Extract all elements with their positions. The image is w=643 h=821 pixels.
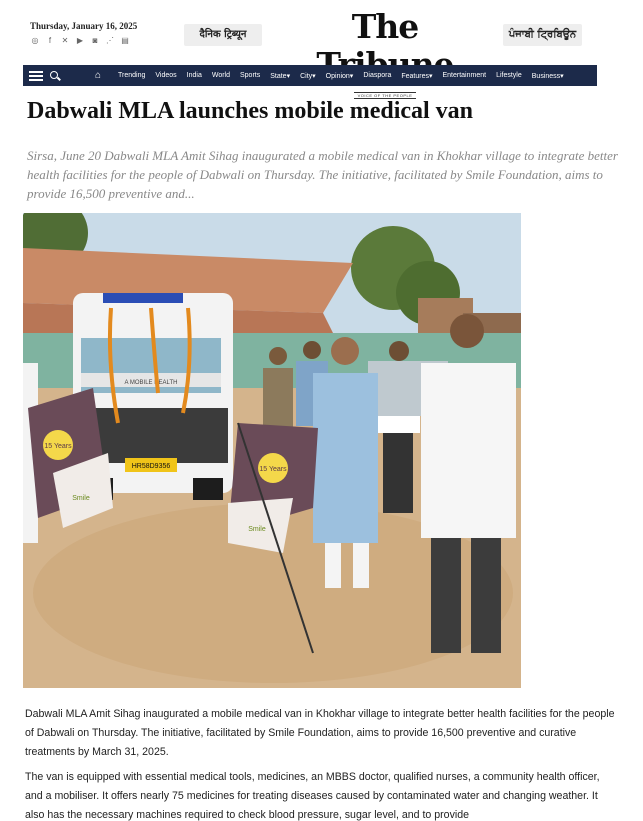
van-sign: A MOBILE HEALTH — [125, 380, 178, 386]
nav-item-diaspora[interactable]: Diaspora — [358, 72, 396, 80]
nav-item-videos[interactable]: Videos — [150, 72, 181, 80]
tribune-logo[interactable]: The Tribune VOICE OF THE PEOPLE — [285, 8, 485, 102]
photo-illustration: A MOBILE HEALTH HR58D9356 15 Years Smile… — [23, 213, 521, 688]
nav-item-business[interactable]: Business▾ — [527, 72, 569, 80]
nav-item-lifestyle[interactable]: Lifestyle — [491, 72, 527, 80]
nav-item-world[interactable]: World — [207, 72, 235, 80]
instagram-icon[interactable]: ◙ — [90, 36, 100, 46]
rss-icon[interactable]: ⋰ — [105, 36, 115, 46]
date-label: Thursday, January 16, 2025 — [30, 21, 138, 31]
nav-item-city[interactable]: City▾ — [295, 72, 321, 80]
nav-item-sports[interactable]: Sports — [235, 72, 265, 80]
article-headline: Dabwali MLA launches mobile medical van — [27, 98, 474, 124]
masthead: Thursday, January 16, 2025 ◎ f ✕ ▶ ◙ ⋰ ▤… — [0, 0, 643, 99]
menu-icon[interactable] — [29, 70, 43, 81]
nav-item-india[interactable]: India — [182, 72, 207, 80]
facebook-icon[interactable]: f — [45, 36, 55, 46]
youtube-icon[interactable]: ▶ — [75, 36, 85, 46]
social-links: ◎ f ✕ ▶ ◙ ⋰ ▤ — [30, 36, 130, 46]
nav-item-entertainment[interactable]: Entertainment — [437, 72, 491, 80]
flag-text-right: 15 Years — [259, 466, 287, 473]
nav-item-trending[interactable]: Trending — [113, 72, 150, 80]
flag-brand-right: Smile — [248, 526, 266, 533]
nav-item-state[interactable]: State▾ — [265, 72, 295, 80]
search-icon[interactable] — [49, 70, 61, 82]
x-icon[interactable]: ✕ — [60, 36, 70, 46]
hindi-edition-link[interactable]: दैनिक ट्रिब्यून — [184, 24, 262, 46]
punjabi-edition-link[interactable]: ਪੰਜਾਬੀ ਟ੍ਰਿਬਿਊਨ — [503, 24, 582, 46]
flag-brand-left: Smile — [72, 495, 90, 502]
nav-items: Trending Videos India World Sports State… — [113, 72, 569, 80]
main-navbar: ⌂ Trending Videos India World Sports Sta… — [23, 65, 597, 86]
van-plate: HR58D9356 — [132, 463, 171, 470]
article-paragraph-2: The van is equipped with essential medic… — [25, 771, 600, 821]
epaper-icon[interactable]: ▤ — [120, 36, 130, 46]
article-photo: A MOBILE HEALTH HR58D9356 15 Years Smile… — [23, 213, 521, 688]
nav-item-opinion[interactable]: Opinion▾ — [321, 72, 359, 80]
flag-text-left: 15 Years — [44, 443, 72, 450]
article-standfirst: Sirsa, June 20 Dabwali MLA Amit Sihag in… — [27, 148, 618, 201]
whatsapp-icon[interactable]: ◎ — [30, 36, 40, 46]
nav-item-features[interactable]: Features▾ — [396, 72, 437, 80]
article-paragraph-1: Dabwali MLA Amit Sihag inaugurated a mob… — [25, 708, 615, 758]
home-icon[interactable]: ⌂ — [95, 70, 105, 81]
